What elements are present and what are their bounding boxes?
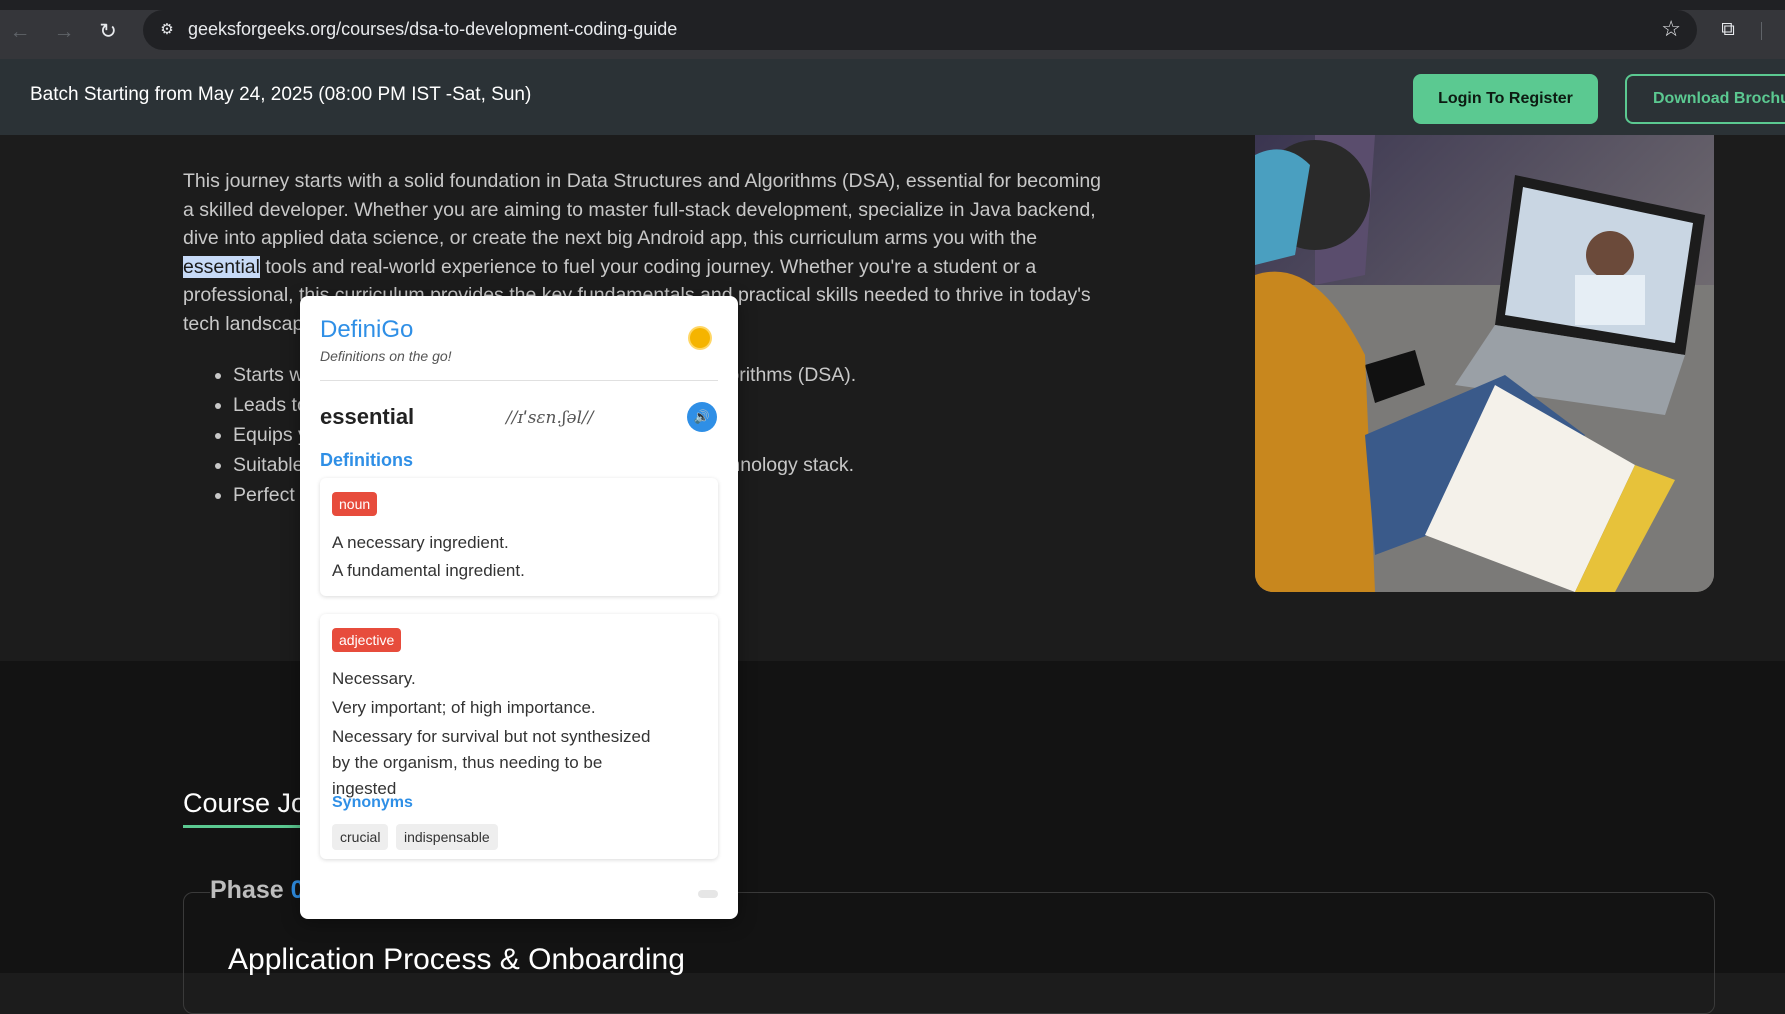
extensions-icon[interactable]: ⧉ bbox=[1717, 19, 1739, 41]
selected-word[interactable]: essential bbox=[183, 255, 260, 278]
site-info-icon[interactable]: ⚙ bbox=[157, 20, 177, 40]
definition-text: Very important; of high importance. bbox=[332, 698, 596, 717]
adjective-definition-card: adjective Necessary. Very important; of … bbox=[320, 614, 718, 859]
login-to-register-button[interactable]: Login To Register bbox=[1413, 74, 1598, 124]
pos-badge: noun bbox=[332, 492, 378, 516]
course-journey-section: Course Journey Phase 01 Application Proc… bbox=[0, 661, 1785, 1014]
phase-prefix: Phase bbox=[210, 876, 291, 904]
speaker-icon[interactable]: 🔊 bbox=[687, 402, 717, 432]
synonym-chip[interactable]: crucial bbox=[332, 824, 389, 850]
phase-title: Application Process & Onboarding bbox=[228, 943, 685, 976]
definition-text: A necessary ingredient. bbox=[332, 533, 509, 552]
popup-divider bbox=[320, 380, 718, 381]
synonym-chip[interactable]: indispensable bbox=[396, 824, 498, 850]
definition-text: Necessary. bbox=[332, 669, 416, 688]
hero-image bbox=[1255, 135, 1714, 592]
address-bar[interactable]: ⚙ geeksforgeeks.org/courses/dsa-to-devel… bbox=[143, 10, 1697, 50]
popup-tagline: Definitions on the go! bbox=[320, 348, 452, 364]
url-text[interactable]: geeksforgeeks.org/courses/dsa-to-develop… bbox=[188, 19, 677, 40]
popup-resize-handle[interactable] bbox=[698, 890, 718, 898]
back-arrow-icon[interactable]: ← bbox=[8, 20, 32, 44]
definition-text: A fundamental ingredient. bbox=[332, 561, 525, 580]
forward-arrow-icon[interactable]: → bbox=[52, 20, 76, 44]
pos-badge: adjective bbox=[332, 628, 402, 652]
batch-banner: Batch Starting from May 24, 2025 (08:00 … bbox=[0, 59, 1785, 135]
download-brochure-button[interactable]: Download Brochure bbox=[1625, 74, 1785, 124]
reload-icon[interactable]: ↻ bbox=[96, 20, 120, 44]
browser-toolbar: ← → ↻ ⚙ geeksforgeeks.org/courses/dsa-to… bbox=[0, 0, 1785, 59]
theme-toggle-sun-icon[interactable] bbox=[690, 328, 710, 348]
definitions-heading: Definitions bbox=[320, 450, 413, 470]
toolbar-divider bbox=[1761, 22, 1762, 40]
noun-definition-card: noun A necessary ingredient. A fundament… bbox=[320, 478, 718, 596]
star-icon[interactable]: ☆ bbox=[1661, 17, 1681, 41]
phonetic-text: //ɪˈsɛn.ʃəl// bbox=[506, 408, 594, 428]
course-overview-section: This journey starts with a solid foundat… bbox=[0, 135, 1785, 661]
synonyms-heading: Synonyms bbox=[332, 794, 413, 811]
popup-title: DefiniGo bbox=[320, 316, 414, 343]
definition-text: Necessary for survival but not synthesiz… bbox=[332, 727, 651, 798]
intro-text-1: This journey starts with a solid foundat… bbox=[183, 170, 1102, 249]
batch-start-text: Batch Starting from May 24, 2025 (08:00 … bbox=[30, 84, 532, 105]
defined-word: essential bbox=[320, 404, 415, 429]
definigo-popup: DefiniGo Definitions on the go! essentia… bbox=[300, 296, 738, 919]
